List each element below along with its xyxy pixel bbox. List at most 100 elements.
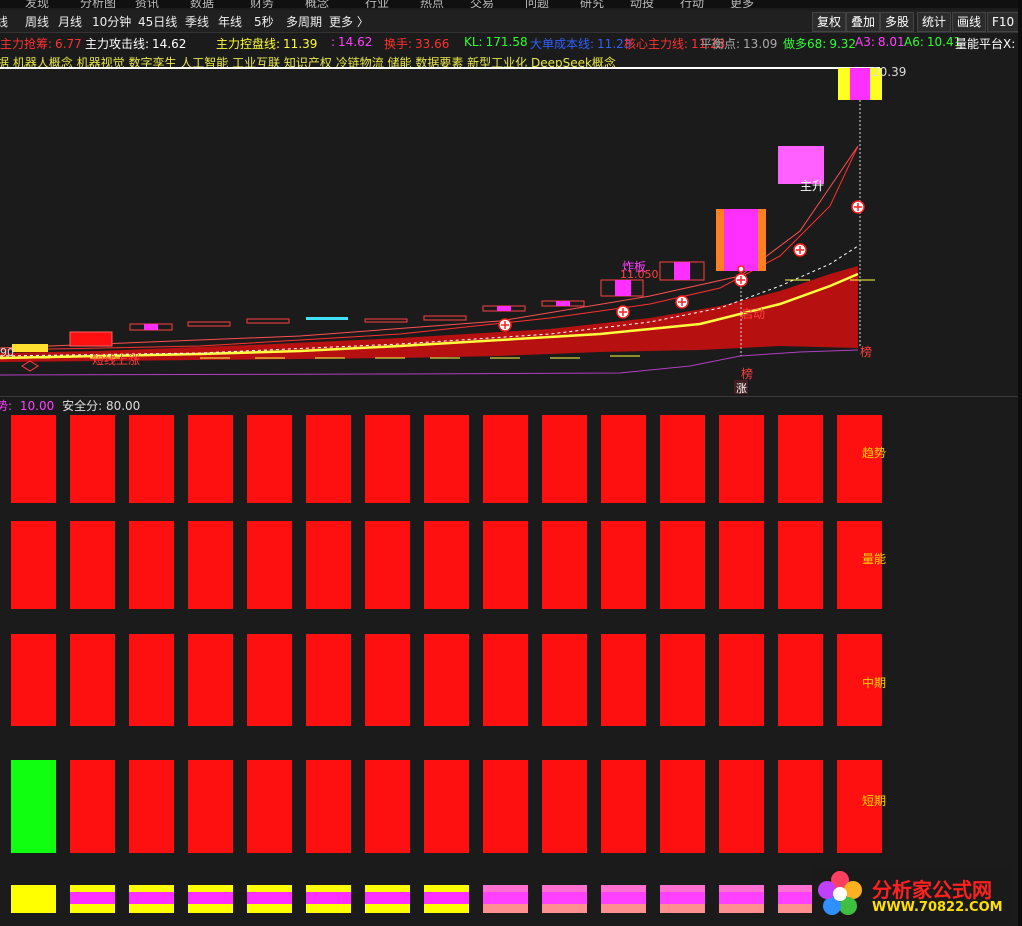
signal-block [247, 634, 292, 726]
signal-block [601, 415, 646, 503]
top-menu-item[interactable]: 问题 [525, 0, 549, 8]
candle-15-inner [850, 68, 870, 100]
top-menu-item[interactable]: 概念 [305, 0, 329, 8]
top-menu-item[interactable]: 分析图 [80, 0, 116, 8]
bottom-signal-block [306, 885, 351, 913]
signal-block [719, 634, 764, 726]
candle-7 [364, 318, 408, 323]
signal-block [70, 760, 115, 853]
signal-block [188, 634, 233, 726]
signal-block [365, 521, 410, 609]
candle-1 [12, 344, 48, 352]
period-button[interactable]: 周线 [25, 13, 49, 30]
main-price-chart[interactable]: 20.39 90 炸板 11.050 主升 启动 短线上涨 榜 榜 涨 [0, 65, 1018, 396]
price-chart-svg[interactable]: 20.39 90 炸板 11.050 主升 启动 短线上涨 榜 榜 涨 [0, 65, 1018, 396]
right-border [1018, 0, 1022, 926]
indicator-item: 平衡点: 13.09 [700, 35, 777, 52]
indicator-label: 大单成本线: [530, 37, 595, 51]
top-menu-item[interactable]: 数据 [190, 0, 214, 8]
signal-block [542, 415, 587, 503]
tool-button[interactable]: 复权 [812, 12, 847, 32]
zhaban-price-label: 11.050 [620, 268, 659, 281]
bottom-signal-block [129, 885, 174, 913]
period-button[interactable]: 季线 [185, 13, 209, 30]
signal-block [542, 521, 587, 609]
indicator-item: 主力控盘线: 11.39 [216, 35, 317, 52]
signal-block [601, 760, 646, 853]
signal-block [11, 760, 56, 853]
top-menu-item[interactable]: 更多 [730, 0, 754, 8]
top-menu-item[interactable]: 资讯 [135, 0, 159, 8]
top-menu-item[interactable]: 财务 [250, 0, 274, 8]
candle-2 [69, 331, 113, 347]
bottom-signal-block [70, 885, 115, 913]
row-label: 量能 [862, 552, 887, 566]
signal-block [601, 521, 646, 609]
candle-8 [423, 315, 467, 321]
signal-block [424, 415, 469, 503]
indicator-item: 大单成本线: 11.23 [530, 35, 631, 52]
top-menu: 发现 分析图 资讯 数据 财务 概念 行业 热点 交易 问题 研究 动投 行动 更多 [0, 0, 1022, 8]
indicator-value: 171.58 [485, 35, 528, 49]
candle-3-body [144, 324, 158, 330]
top-menu-item[interactable]: 行业 [365, 0, 389, 8]
signal-block [70, 634, 115, 726]
signal-block [11, 634, 56, 726]
signal-block [660, 760, 705, 853]
watermark-logo: 分析家公式网 WWW.70822.COM [812, 866, 1012, 922]
signal-grid[interactable]: 趋势 量能 中期 短期 [0, 408, 1018, 926]
signal-block [11, 521, 56, 609]
indicator-item: 换手: 33.66 [384, 35, 449, 52]
signal-block [483, 415, 528, 503]
indicator-label: A3: [855, 35, 875, 49]
signal-block [306, 760, 351, 853]
signal-block [778, 760, 823, 853]
qidong-label: 启动 [741, 307, 765, 321]
top-menu-item[interactable]: 热点 [420, 0, 444, 8]
signal-block [660, 634, 705, 726]
signal-block [424, 760, 469, 853]
flower-logo-icon [818, 871, 862, 915]
period-button[interactable]: 5秒 [254, 13, 274, 30]
indicator-label: 主力控盘线: [216, 37, 281, 51]
top-menu-item[interactable]: 发现 [25, 0, 49, 8]
signal-block [778, 415, 823, 503]
tool-button[interactable]: 多股 [880, 12, 915, 32]
period-button[interactable]: 年线 [218, 13, 242, 30]
signal-block [542, 760, 587, 853]
signal-block [365, 415, 410, 503]
short-rise-label: 短线上涨 [92, 352, 140, 367]
signal-block [129, 760, 174, 853]
period-button[interactable]: 10分钟 [92, 13, 131, 30]
signal-block [601, 634, 646, 726]
bottom-signal-block [424, 885, 469, 913]
indicator-value: 14.62 [152, 37, 187, 51]
period-button[interactable]: 线 [0, 13, 8, 30]
period-button[interactable]: 月线 [58, 13, 82, 30]
candle-9-body [497, 306, 511, 311]
indicator-item: A3: 8.01 [855, 35, 905, 49]
tool-button[interactable]: 叠加 [846, 12, 881, 32]
bottom-signal-block [542, 885, 587, 913]
period-button[interactable]: 多周期 [286, 13, 322, 30]
signal-block [365, 760, 410, 853]
tool-button[interactable]: F10 [987, 12, 1020, 32]
watermark-brand: 分析家公式网 [872, 878, 992, 902]
top-menu-item[interactable]: 交易 [470, 0, 494, 8]
indicator-item: KL: 171.58 [464, 35, 528, 49]
top-menu-item[interactable]: 动投 [630, 0, 654, 8]
top-menu-item[interactable]: 行动 [680, 0, 704, 8]
period-button[interactable]: 更多 〉 [329, 13, 369, 30]
period-button[interactable]: 45日线 [138, 13, 177, 30]
tool-button[interactable]: 画线 [952, 12, 987, 32]
signal-block [719, 521, 764, 609]
bottom-signal-block [365, 885, 410, 913]
tool-button[interactable]: 统计 [917, 12, 952, 32]
signal-block [129, 415, 174, 503]
top-menu-item[interactable]: 研究 [580, 0, 604, 8]
indicator-item: 做多68: 9.32 [783, 35, 856, 52]
signal-block [424, 634, 469, 726]
row-label: 中期 [862, 676, 887, 690]
signal-block [424, 521, 469, 609]
indicator-value: 11.39 [283, 37, 318, 51]
